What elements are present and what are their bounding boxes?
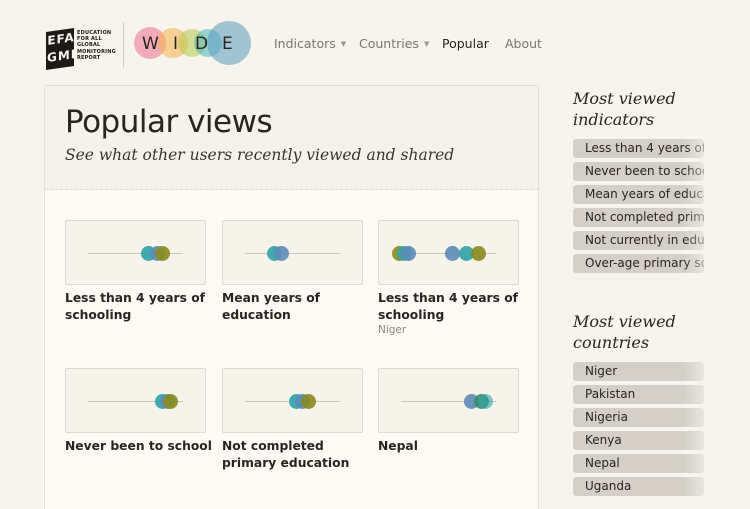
card-header: Popular views See what other users recen…	[45, 86, 538, 190]
chevron-down-icon: ▼	[423, 40, 430, 48]
indicator-item[interactable]: Less than 4 years of schooling	[573, 139, 704, 158]
popular-views-card: Popular views See what other users recen…	[44, 85, 539, 509]
data-dot	[274, 246, 289, 261]
view-thumbnail[interactable]	[222, 220, 363, 285]
data-dot	[163, 394, 178, 409]
indicator-item[interactable]: Not currently in education	[573, 231, 704, 250]
data-dot	[401, 246, 416, 261]
view-country: Niger	[378, 324, 407, 336]
indicator-item[interactable]: Over-age primary school	[573, 254, 704, 273]
page-title: Popular views	[65, 104, 273, 140]
most-viewed-countries-heading: Most viewed countries	[573, 312, 676, 352]
page-subtitle: See what other users recently viewed and…	[65, 146, 455, 164]
view-label[interactable]: Never been to school	[65, 438, 215, 455]
country-item[interactable]: Pakistan	[573, 385, 704, 404]
country-item[interactable]: Nigeria	[573, 408, 704, 427]
wide-logo[interactable]: W I D E	[132, 18, 252, 70]
data-dot	[155, 246, 170, 261]
data-dot	[445, 246, 460, 261]
view-thumbnail[interactable]	[378, 220, 519, 285]
country-item[interactable]: Uganda	[573, 477, 704, 496]
country-item[interactable]: Kenya	[573, 431, 704, 450]
indicator-item[interactable]: Never been to school	[573, 162, 704, 181]
data-dot	[301, 394, 316, 409]
nav-countries[interactable]: Countries ▼	[359, 36, 429, 51]
most-viewed-indicators-heading: Most viewed indicators	[573, 89, 676, 129]
view-thumbnail[interactable]	[65, 220, 206, 285]
efa-logo-letters: EFA GMR	[47, 30, 82, 65]
view-label[interactable]: Mean years of education	[222, 290, 372, 324]
view-thumbnail[interactable]	[65, 368, 206, 433]
indicator-item[interactable]: Mean years of education	[573, 185, 704, 204]
view-label[interactable]: Less than 4 years of schooling	[378, 290, 528, 324]
country-item[interactable]: Nepal	[573, 454, 704, 473]
nav-about[interactable]: About	[505, 36, 542, 51]
wide-letter-e: E	[222, 34, 233, 54]
efa-gmr-logo[interactable]: EFA GMR EDUCATION FOR ALL GLOBAL MONITOR…	[46, 28, 116, 70]
axis-line	[245, 253, 340, 254]
efa-logo-text: EDUCATION FOR ALL GLOBAL MONITORING REPO…	[77, 30, 116, 61]
data-dot	[471, 246, 486, 261]
data-dot	[478, 394, 493, 409]
header-divider	[123, 22, 124, 68]
most-viewed-indicators-list: Less than 4 years of schooling Never bee…	[573, 139, 704, 277]
indicator-item[interactable]: Not completed primary education	[573, 208, 704, 227]
wide-letter-w: W	[142, 34, 159, 54]
chevron-down-icon: ▼	[340, 40, 347, 48]
view-label[interactable]: Not completed primary education	[222, 438, 372, 472]
country-item[interactable]: Niger	[573, 362, 704, 381]
view-label[interactable]: Nepal	[378, 438, 528, 455]
wide-letter-i: I	[173, 34, 179, 54]
view-thumbnail[interactable]	[222, 368, 363, 433]
view-thumbnail[interactable]	[378, 368, 519, 433]
view-label[interactable]: Less than 4 years of schooling	[65, 290, 215, 324]
nav-popular[interactable]: Popular	[442, 36, 489, 51]
most-viewed-countries-list: Niger Pakistan Nigeria Kenya Nepal Ugand…	[573, 362, 704, 500]
nav-indicators[interactable]: Indicators ▼	[274, 36, 346, 51]
wide-letter-d: D	[195, 34, 209, 54]
